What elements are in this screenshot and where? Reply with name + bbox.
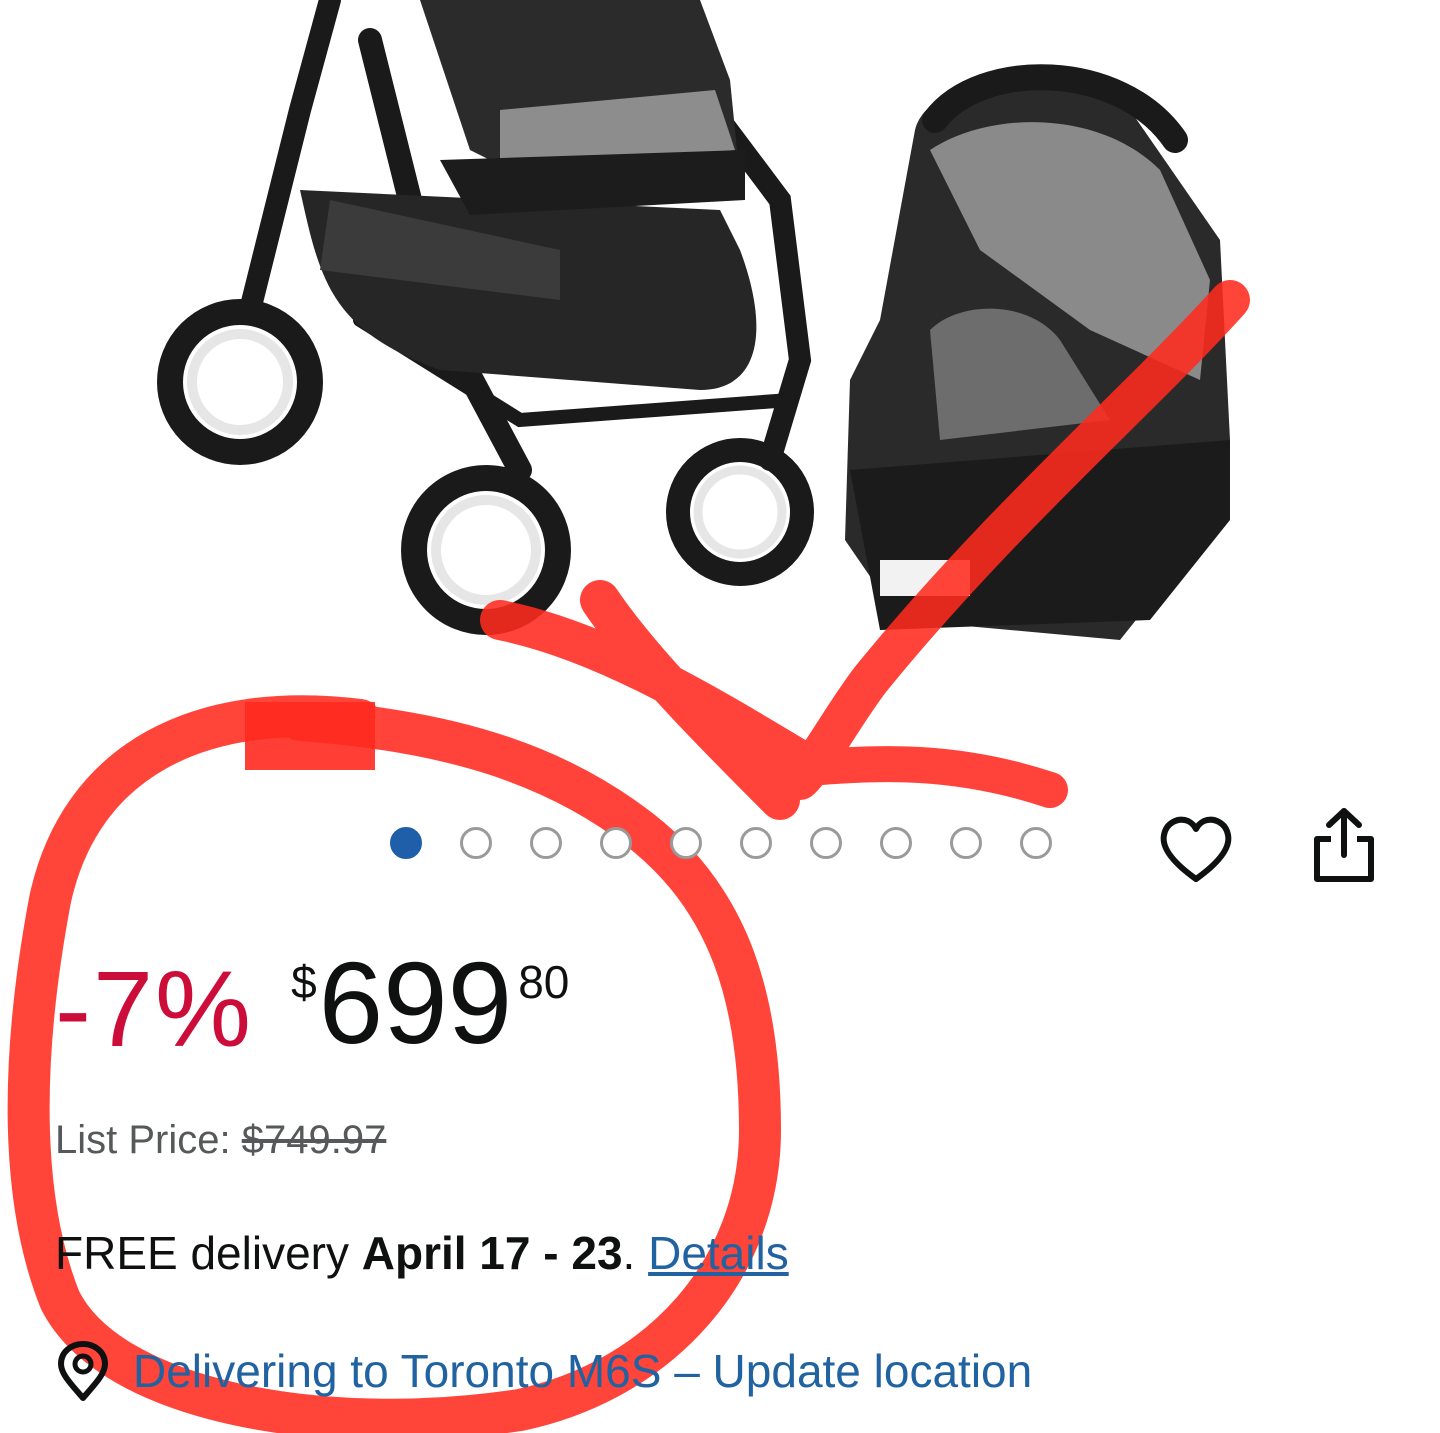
carousel-dot-7[interactable] bbox=[810, 827, 842, 859]
price-whole: 699 bbox=[318, 938, 513, 1068]
price-currency-symbol: $ bbox=[291, 956, 317, 1008]
delivery-separator: . bbox=[622, 1227, 649, 1279]
carousel-dot-2[interactable] bbox=[460, 827, 492, 859]
heart-icon bbox=[1160, 816, 1232, 882]
delivery-info: FREE delivery April 17 - 23. Details bbox=[55, 1226, 789, 1280]
carousel-dot-1[interactable] bbox=[390, 827, 422, 859]
share-icon bbox=[1314, 808, 1374, 882]
delivery-location[interactable]: Delivering to Toronto M6S – Update locat… bbox=[55, 1340, 1032, 1402]
list-price: List Price: $749.97 bbox=[55, 1118, 386, 1163]
add-to-wishlist-button[interactable] bbox=[1152, 806, 1240, 894]
price-fraction: 80 bbox=[518, 956, 570, 1008]
discount-percentage: -7% bbox=[55, 948, 254, 1069]
car-seat-illustration bbox=[845, 64, 1230, 641]
product-image[interactable] bbox=[0, 0, 1440, 810]
location-text[interactable]: Delivering to Toronto M6S – Update locat… bbox=[133, 1344, 1032, 1398]
list-price-label: List Price: bbox=[55, 1118, 242, 1162]
delivery-prefix: FREE delivery bbox=[55, 1227, 362, 1279]
delivery-details-link[interactable]: Details bbox=[648, 1227, 789, 1279]
carousel-dot-9[interactable] bbox=[950, 827, 982, 859]
carousel-dot-10[interactable] bbox=[1020, 827, 1052, 859]
image-carousel-dots bbox=[390, 826, 1052, 860]
share-button[interactable] bbox=[1300, 800, 1388, 890]
carousel-dot-3[interactable] bbox=[530, 827, 562, 859]
carousel-dot-5[interactable] bbox=[670, 827, 702, 859]
carousel-dot-8[interactable] bbox=[880, 827, 912, 859]
carousel-dot-4[interactable] bbox=[600, 827, 632, 859]
price-block: -7% $ 699 80 bbox=[55, 945, 569, 1075]
carousel-dot-6[interactable] bbox=[740, 827, 772, 859]
list-price-value: $749.97 bbox=[241, 1118, 387, 1162]
location-pin-icon bbox=[58, 1341, 108, 1401]
delivery-dates: April 17 - 23 bbox=[361, 1227, 623, 1279]
